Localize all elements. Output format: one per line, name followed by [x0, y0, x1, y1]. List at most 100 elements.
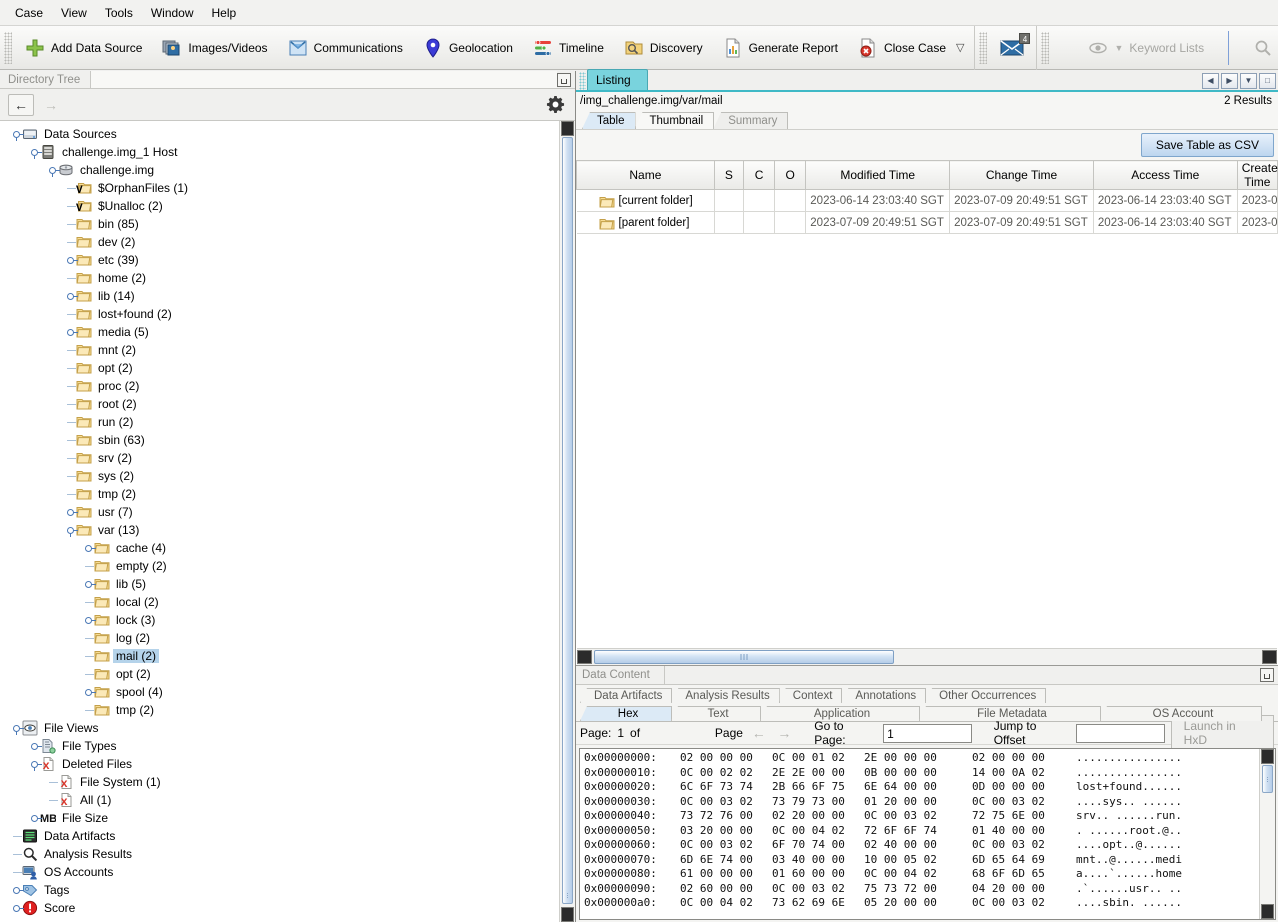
- table-row[interactable]: [parent folder]2023-07-09 20:49:51 SGT20…: [577, 212, 1278, 234]
- listing-view-tab-thumbnail[interactable]: Thumbnail: [635, 112, 715, 129]
- tree-item-tags[interactable]: Tags: [0, 881, 559, 899]
- tree-item-etc-39[interactable]: etc (39): [0, 251, 559, 269]
- expand-toggle-icon[interactable]: [10, 899, 22, 917]
- expand-toggle-icon[interactable]: [10, 881, 22, 899]
- goto-page-input[interactable]: 1: [883, 724, 972, 743]
- tree-item-file-system-1[interactable]: xFile System (1): [0, 773, 559, 791]
- tree-item-challenge-img-1-host[interactable]: challenge.img_1 Host: [0, 143, 559, 161]
- tree-item-run-2[interactable]: run (2): [0, 413, 559, 431]
- data-content-tab-hex[interactable]: Hex: [580, 706, 672, 721]
- column-header-created-time[interactable]: Created Time: [1237, 161, 1277, 190]
- add-data-source-button[interactable]: Add Data Source: [15, 30, 152, 66]
- table-row[interactable]: [current folder]2023-06-14 23:03:40 SGT2…: [577, 190, 1278, 212]
- data-content-tab-os-account[interactable]: OS Account: [1100, 706, 1262, 721]
- tree-item-deleted-files[interactable]: xDeleted Files: [0, 755, 559, 773]
- collapse-toggle-icon[interactable]: [28, 755, 40, 773]
- expand-toggle-icon[interactable]: [64, 503, 76, 521]
- communications-button[interactable]: Communications: [278, 30, 413, 66]
- column-header-o[interactable]: O: [775, 161, 806, 190]
- collapse-toggle-icon[interactable]: [28, 143, 40, 161]
- expand-toggle-icon[interactable]: [64, 251, 76, 269]
- tree-item-sbin-63[interactable]: sbin (63): [0, 431, 559, 449]
- tree-item-data-sources[interactable]: Data Sources: [0, 125, 559, 143]
- toolbar-grip-mail[interactable]: [979, 32, 987, 64]
- scroll-down-button[interactable]: [561, 907, 574, 922]
- data-content-tab-data-artifacts[interactable]: Data Artifacts: [580, 688, 672, 703]
- expand-toggle-icon[interactable]: [64, 323, 76, 341]
- collapse-toggle-icon[interactable]: [46, 161, 58, 179]
- directory-tree-scroll-area[interactable]: Data Sourceschallenge.img_1 Hostchalleng…: [0, 121, 575, 922]
- mail-button[interactable]: 4: [990, 30, 1036, 66]
- tree-item-usr-7[interactable]: usr (7): [0, 503, 559, 521]
- hscroll-thumb[interactable]: [594, 650, 894, 664]
- gear-icon[interactable]: [543, 93, 567, 117]
- minimize-window-button[interactable]: [557, 73, 571, 87]
- tree-item-os-accounts[interactable]: OS Accounts: [0, 863, 559, 881]
- data-content-tab-analysis-results[interactable]: Analysis Results: [671, 688, 779, 703]
- menu-item-case[interactable]: Case: [6, 3, 52, 23]
- menu-item-view[interactable]: View: [52, 3, 96, 23]
- tree-item-opt-2[interactable]: opt (2): [0, 359, 559, 377]
- tree-vertical-scrollbar[interactable]: [559, 121, 575, 922]
- tree-item-tmp-2[interactable]: tmp (2): [0, 701, 559, 719]
- column-header-s[interactable]: S: [714, 161, 743, 190]
- tree-item-analysis-results[interactable]: Analysis Results: [0, 845, 559, 863]
- data-content-tab-text[interactable]: Text: [671, 706, 761, 721]
- expand-toggle-icon[interactable]: [28, 809, 40, 827]
- tree-item-lib-5[interactable]: lib (5): [0, 575, 559, 593]
- back-button[interactable]: ←: [8, 94, 34, 116]
- tree-item-mnt-2[interactable]: mnt (2): [0, 341, 559, 359]
- listing-view-tab-summary[interactable]: Summary: [713, 112, 788, 129]
- hex-scroll-thumb[interactable]: [1262, 765, 1273, 793]
- tree-item-local-2[interactable]: local (2): [0, 593, 559, 611]
- hex-scroll-down-button[interactable]: [1261, 904, 1274, 919]
- column-header-c[interactable]: C: [743, 161, 774, 190]
- menu-item-tools[interactable]: Tools: [96, 3, 142, 23]
- hex-vertical-scrollbar[interactable]: [1259, 749, 1275, 919]
- tree-item-spool-4[interactable]: spool (4): [0, 683, 559, 701]
- tree-item-sys-2[interactable]: sys (2): [0, 467, 559, 485]
- tree-item-score[interactable]: Score: [0, 899, 559, 917]
- toolbar-grip-keyword[interactable]: [1041, 32, 1049, 64]
- tree-item-lost-found-2[interactable]: lost+found (2): [0, 305, 559, 323]
- expand-toggle-icon[interactable]: [64, 287, 76, 305]
- tree-item-bin-85[interactable]: bin (85): [0, 215, 559, 233]
- tree-item-file-size[interactable]: MBFile Size: [0, 809, 559, 827]
- data-content-minimize-button[interactable]: [1260, 668, 1274, 682]
- timeline-button[interactable]: Timeline: [523, 30, 614, 66]
- expand-toggle-icon[interactable]: [28, 737, 40, 755]
- keyword-lists-button[interactable]: ▼ Keyword Lists: [1078, 30, 1214, 66]
- expand-toggle-icon[interactable]: [82, 539, 94, 557]
- close-case-button[interactable]: Close Case ▽: [848, 30, 975, 66]
- data-content-tab-other-occurrences[interactable]: Other Occurrences: [925, 688, 1046, 703]
- tree-item-mail-2[interactable]: mail (2): [0, 647, 559, 665]
- expand-toggle-icon[interactable]: [82, 683, 94, 701]
- listing-view-tab-table[interactable]: Table: [582, 112, 636, 129]
- tree-item-challenge-img[interactable]: challenge.img: [0, 161, 559, 179]
- generate-report-button[interactable]: Generate Report: [713, 30, 848, 66]
- listing-grip[interactable]: [579, 72, 586, 90]
- tab-list-dropdown-button[interactable]: ▼: [1240, 73, 1257, 89]
- tree-item-unalloc-2[interactable]: V$Unalloc (2): [0, 197, 559, 215]
- menu-item-window[interactable]: Window: [142, 3, 203, 23]
- toolbar-grip[interactable]: [4, 32, 12, 64]
- images-videos-button[interactable]: Images/Videos: [152, 30, 277, 66]
- tree-item-home-2[interactable]: home (2): [0, 269, 559, 287]
- column-header-access-time[interactable]: Access Time: [1093, 161, 1237, 190]
- geolocation-button[interactable]: Geolocation: [413, 30, 523, 66]
- maximize-window-button[interactable]: □: [1259, 73, 1276, 89]
- menu-item-help[interactable]: Help: [203, 3, 246, 23]
- hscroll-right-button[interactable]: [1262, 650, 1277, 664]
- tree-item-cache-4[interactable]: cache (4): [0, 539, 559, 557]
- keyword-search-button[interactable]: ▼ Keyword Search: [1243, 30, 1278, 66]
- chevron-down-icon-keyword[interactable]: ▼: [1114, 43, 1123, 53]
- scroll-tabs-left-button[interactable]: ◀: [1202, 73, 1219, 89]
- collapse-toggle-icon[interactable]: [10, 719, 22, 737]
- tree-item-file-types[interactable]: File Types: [0, 737, 559, 755]
- tree-item-var-13[interactable]: var (13): [0, 521, 559, 539]
- previous-page-button[interactable]: ←: [749, 723, 769, 743]
- tree-item-srv-2[interactable]: srv (2): [0, 449, 559, 467]
- column-header-change-time[interactable]: Change Time: [950, 161, 1094, 190]
- forward-button[interactable]: →: [38, 94, 64, 116]
- tree-item-orphanfiles-1[interactable]: V$OrphanFiles (1): [0, 179, 559, 197]
